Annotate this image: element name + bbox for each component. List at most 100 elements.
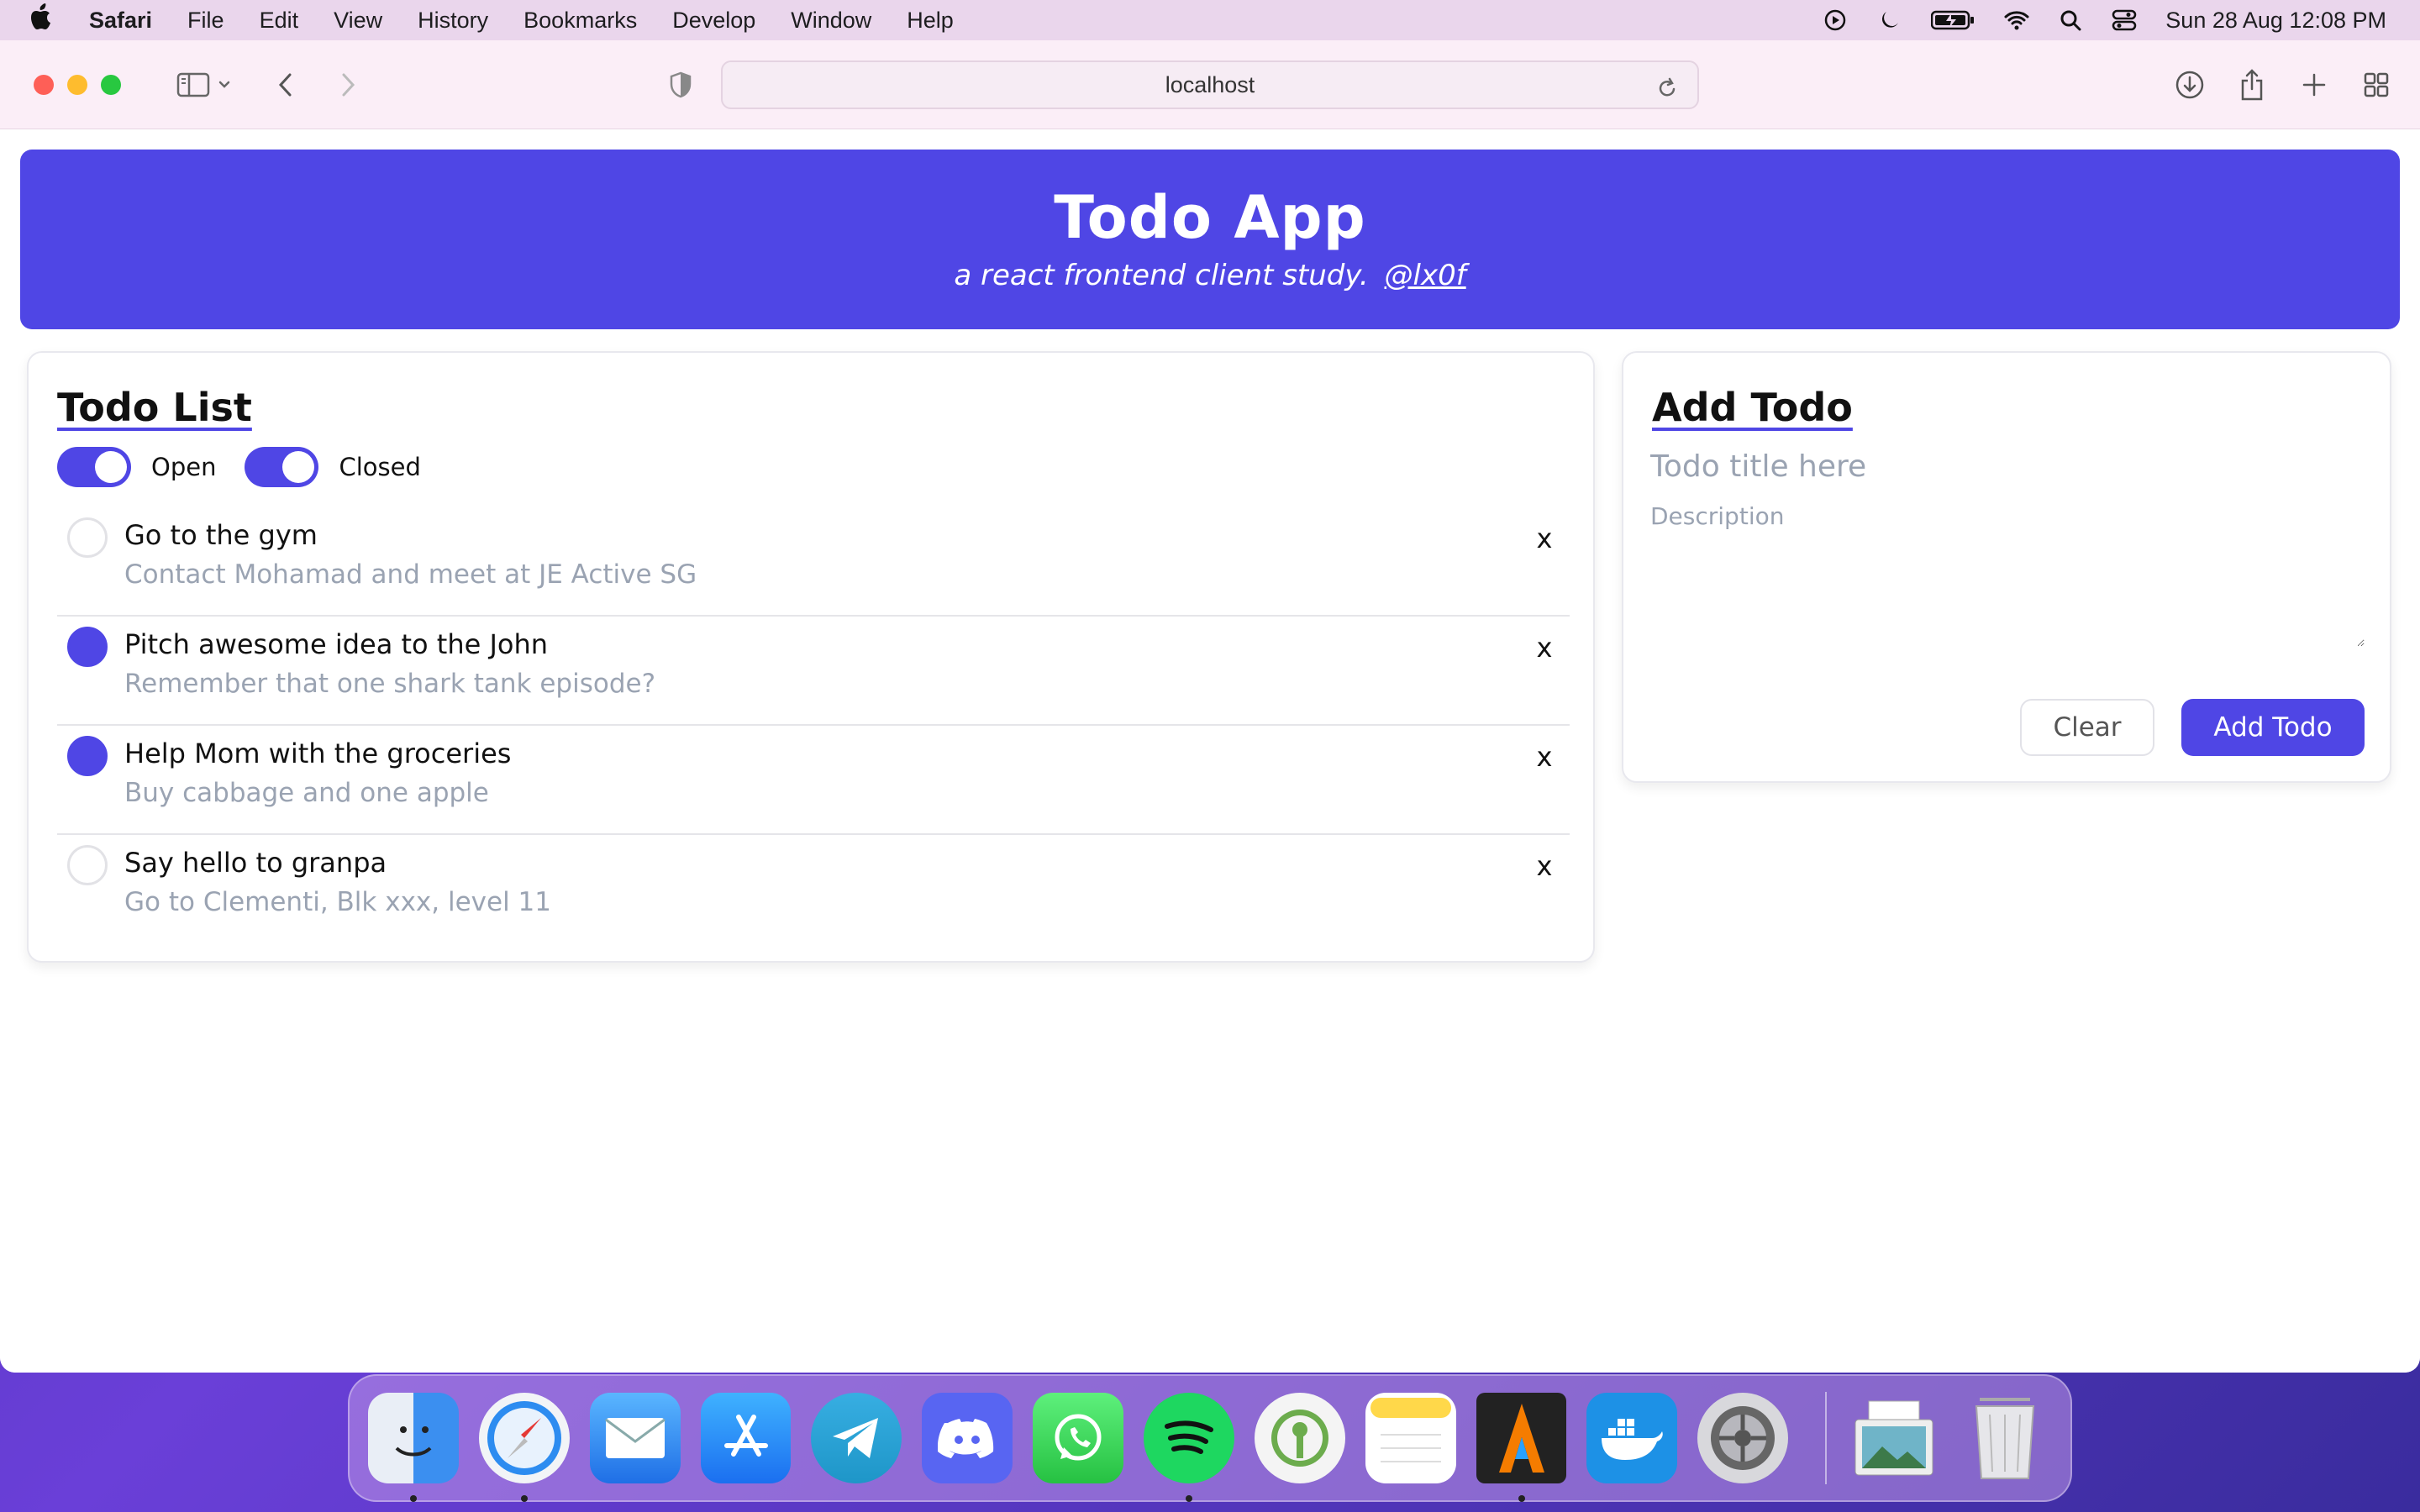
todo-list-heading: Todo List [57, 385, 252, 430]
share-icon[interactable] [2233, 66, 2270, 103]
add-todo-card: Add Todo Clear Add Todo [1622, 351, 2391, 783]
todo-title-input[interactable] [1650, 444, 2365, 489]
menu-view[interactable]: View [334, 8, 382, 34]
web-page: Todo App a react frontend client study. … [0, 129, 2420, 1373]
running-indicator [410, 1495, 417, 1502]
delete-todo-button[interactable]: x [1529, 741, 1560, 773]
subtitle-text: a react frontend client study. [954, 259, 1369, 292]
close-window-button[interactable] [34, 74, 54, 95]
todo-description: Buy cabbage and one apple [124, 778, 489, 808]
menu-help[interactable]: Help [907, 8, 954, 34]
app-store-icon[interactable] [700, 1393, 792, 1483]
menu-edit[interactable]: Edit [260, 8, 299, 34]
address-bar[interactable]: localhost [721, 60, 1699, 109]
menu-bar: Safari File Edit View History Bookmarks … [0, 0, 2420, 40]
running-indicator [1186, 1495, 1193, 1502]
system-preferences-icon[interactable] [1697, 1393, 1789, 1483]
todo-checkbox[interactable] [67, 627, 108, 667]
new-tab-plus-icon[interactable] [2296, 66, 2333, 103]
browser-toolbar: localhost [0, 40, 2420, 129]
forward-arrow-icon[interactable] [329, 66, 366, 103]
toolbar-right-group [2171, 66, 2395, 103]
minimize-window-button[interactable] [67, 74, 87, 95]
todo-list-card: Todo List Open Closed Go to the gym Cont… [27, 351, 1595, 963]
todo-item: Say hello to granpa Go to Clementi, Blk … [57, 835, 1570, 944]
todo-description: Contact Mohamad and meet at JE Active SG [124, 559, 697, 590]
dock-separator [1825, 1392, 1828, 1484]
downloads-icon[interactable] [2171, 66, 2208, 103]
open-filter-label: Open [151, 453, 217, 481]
menu-window[interactable]: Window [791, 8, 871, 34]
delete-todo-button[interactable]: x [1529, 850, 1560, 882]
closed-filter-toggle[interactable] [245, 447, 319, 487]
spotify-icon[interactable] [1144, 1393, 1234, 1502]
add-todo-button[interactable]: Add Todo [2181, 699, 2365, 756]
preview-icon[interactable] [1849, 1393, 1939, 1483]
finder-icon[interactable] [368, 1393, 459, 1502]
privacy-shield-icon[interactable] [662, 66, 699, 103]
todo-title: Pitch awesome idea to the John [124, 628, 549, 660]
todo-checkbox[interactable] [67, 517, 108, 558]
running-indicator [1518, 1495, 1525, 1502]
todo-title: Say hello to granpa [124, 847, 387, 879]
add-todo-heading: Add Todo [1652, 385, 1853, 430]
todo-title: Go to the gym [124, 519, 318, 551]
mail-icon[interactable] [589, 1393, 681, 1483]
menu-app-name[interactable]: Safari [89, 8, 152, 34]
clear-button[interactable]: Clear [2020, 699, 2154, 756]
delete-todo-button[interactable]: x [1529, 632, 1560, 664]
app-title: Todo App [1054, 183, 1366, 252]
keepassxc-icon[interactable] [1254, 1393, 1345, 1483]
discord-icon[interactable] [922, 1393, 1013, 1483]
todo-item: Pitch awesome idea to the John Remember … [57, 617, 1570, 726]
toggle-knob [95, 451, 127, 483]
todo-checkbox[interactable] [67, 736, 108, 776]
wifi-icon[interactable] [2004, 8, 2029, 33]
author-link[interactable]: @lx0f [1385, 259, 1466, 292]
window-controls [34, 74, 121, 95]
menu-develop[interactable]: Develop [672, 8, 755, 34]
todo-description-textarea[interactable] [1650, 502, 2365, 647]
whatsapp-icon[interactable] [1033, 1393, 1124, 1483]
menu-file[interactable]: File [187, 8, 224, 34]
menu-bookmarks[interactable]: Bookmarks [523, 8, 637, 34]
todo-title: Help Mom with the groceries [124, 738, 512, 769]
todo-item: Help Mom with the groceries Buy cabbage … [57, 726, 1570, 835]
sidebar-toggle-icon[interactable] [175, 66, 212, 103]
todo-description: Remember that one shark tank episode? [124, 669, 656, 699]
telegram-icon[interactable] [811, 1393, 902, 1483]
address-bar-url: localhost [1165, 71, 1255, 97]
control-center-icon[interactable] [2112, 8, 2137, 33]
battery-icon[interactable] [1930, 8, 1975, 33]
closed-filter-label: Closed [339, 453, 421, 481]
chevron-down-icon[interactable] [212, 66, 237, 103]
safari-icon[interactable] [478, 1393, 570, 1502]
back-arrow-icon[interactable] [267, 66, 304, 103]
alacritty-icon[interactable] [1476, 1393, 1567, 1502]
app-header: Todo App a react frontend client study. … [20, 150, 2400, 329]
docker-icon[interactable] [1586, 1393, 1678, 1483]
delete-todo-button[interactable]: x [1529, 522, 1560, 554]
now-playing-icon[interactable] [1823, 8, 1848, 33]
spotlight-search-icon[interactable] [2058, 8, 2083, 33]
menu-bar-clock[interactable]: Sun 28 Aug 12:08 PM [2165, 8, 2386, 34]
zoom-window-button[interactable] [101, 74, 121, 95]
app-subtitle: a react frontend client study. @lx0f [20, 259, 2400, 292]
running-indicator [520, 1495, 528, 1502]
toggle-knob [282, 451, 315, 483]
todo-checkbox[interactable] [67, 845, 108, 885]
safari-window: localhost Todo App a react frontend clie… [0, 40, 2420, 1373]
menu-history[interactable]: History [418, 8, 488, 34]
todo-description: Go to Clementi, Blk xxx, level 11 [124, 887, 551, 917]
tab-overview-icon[interactable] [2358, 66, 2395, 103]
filter-toggles: Open Closed [57, 447, 450, 487]
apple-menu-icon[interactable] [30, 3, 64, 37]
trash-icon[interactable] [1960, 1393, 2050, 1483]
focus-moon-icon[interactable] [1876, 8, 1902, 33]
notes-icon[interactable] [1365, 1393, 1456, 1483]
open-filter-toggle[interactable] [57, 447, 131, 487]
dock [348, 1374, 2072, 1502]
reload-icon[interactable] [1649, 70, 1686, 107]
todo-item: Go to the gym Contact Mohamad and meet a… [57, 507, 1570, 617]
todo-items-list: Go to the gym Contact Mohamad and meet a… [57, 507, 1570, 944]
